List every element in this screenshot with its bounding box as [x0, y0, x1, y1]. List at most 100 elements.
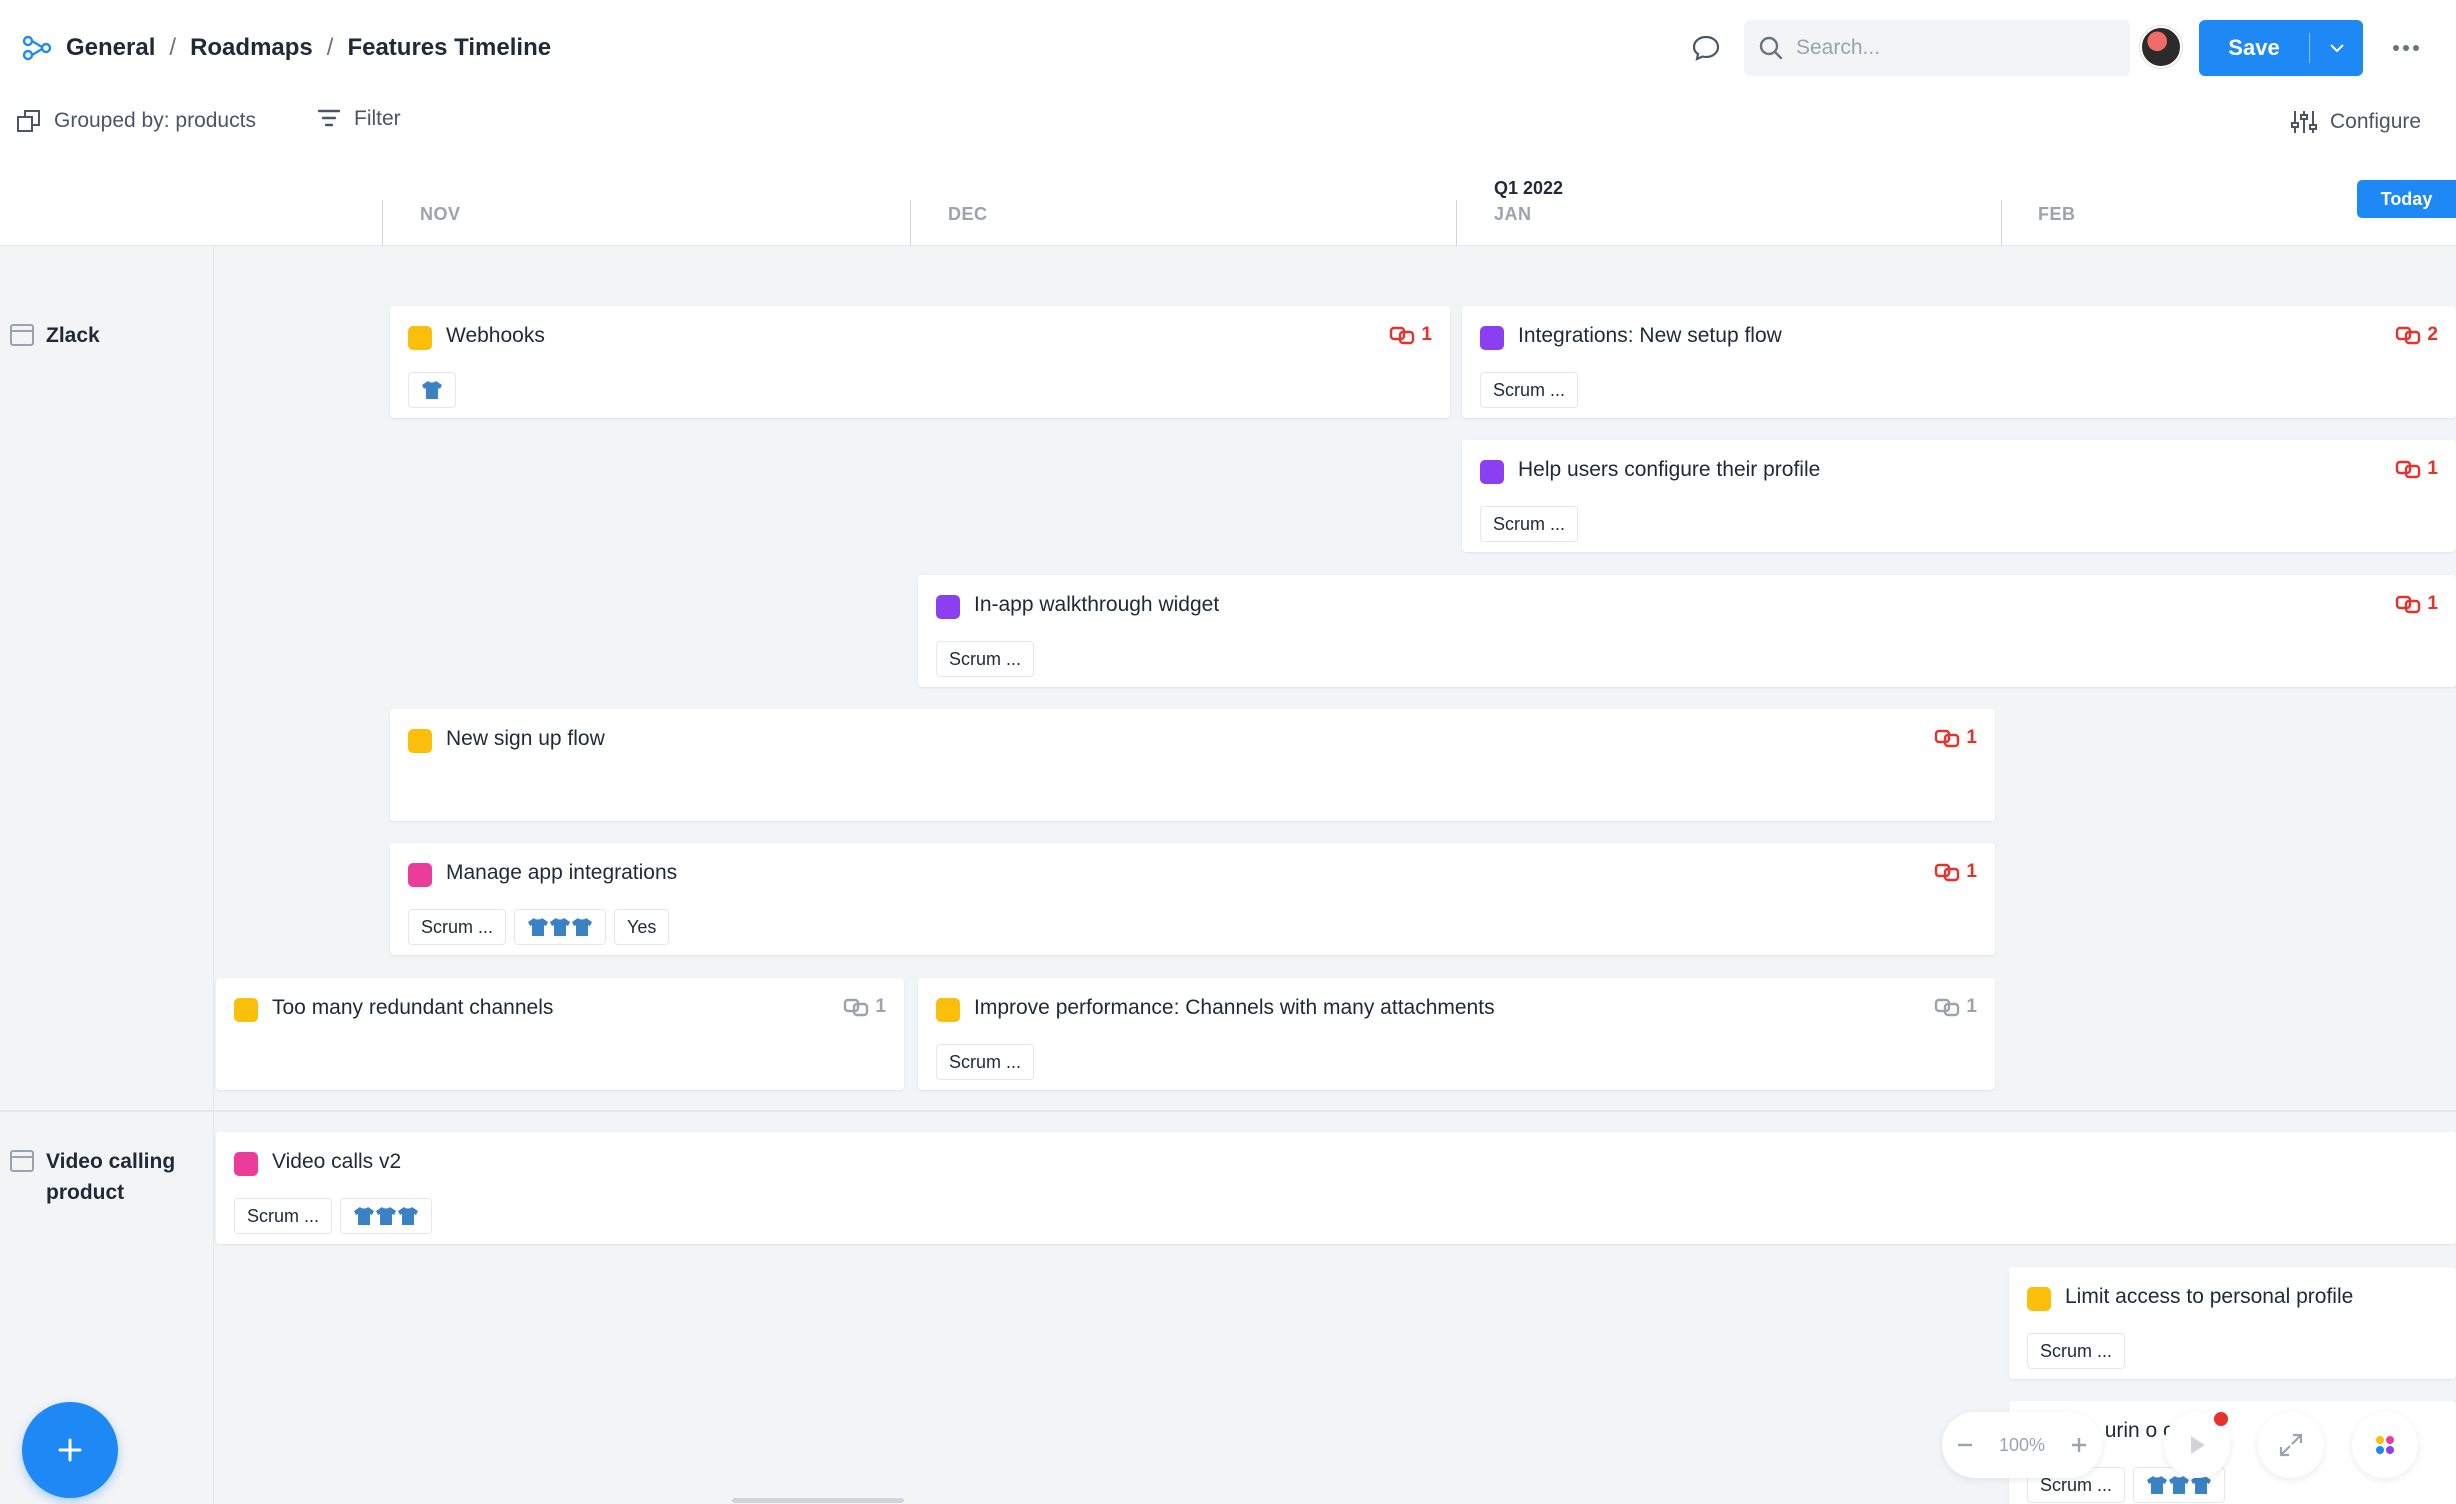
card-walkthrough[interactable]: In-app walkthrough widget 1 Scrum ...: [918, 575, 2456, 687]
zoom-in-icon[interactable]: [2068, 1434, 2090, 1456]
tag-sprint[interactable]: Scrum ...: [1480, 506, 1579, 542]
tag-sprint[interactable]: Scrum ...: [2027, 1333, 2126, 1369]
link-count-value: 1: [2427, 593, 2438, 614]
search-box[interactable]: [1744, 20, 2130, 76]
link-count[interactable]: 1: [2395, 458, 2438, 480]
card-tags: Scrum ...: [936, 641, 1035, 677]
filter-label: Filter: [354, 107, 401, 130]
link-count[interactable]: 1: [1934, 861, 1977, 883]
month-divider: [2001, 200, 2002, 246]
card-signup[interactable]: New sign up flow 1: [390, 709, 1995, 821]
apps-button[interactable]: [2352, 1412, 2418, 1478]
card-title: New sign up flow: [446, 727, 605, 750]
link-count-value: 1: [875, 996, 886, 1017]
status-swatch: [234, 1152, 258, 1176]
tag-flag[interactable]: Yes: [614, 909, 670, 945]
card-title: Video calls v2: [272, 1150, 402, 1173]
lane-zlack[interactable]: Zlack: [10, 320, 100, 351]
card-title: Manage app integrations: [446, 861, 678, 884]
avatar[interactable]: [2140, 26, 2182, 68]
card-tags: Scrum ...: [2027, 1333, 2126, 1369]
card-manage-apps[interactable]: Manage app integrations 1 Scrum ... Yes: [390, 843, 1995, 955]
fullscreen-button[interactable]: [2258, 1412, 2324, 1478]
link-icon: [2396, 460, 2421, 479]
expand-icon: [2279, 1433, 2303, 1457]
page-title: Features Timeline: [347, 34, 552, 61]
save-dropdown[interactable]: [2310, 42, 2363, 54]
zoom-out-icon[interactable]: [1954, 1434, 1976, 1456]
plus-icon: [58, 1438, 82, 1462]
quarter-label: Q1 2022: [1494, 178, 1564, 198]
link-count[interactable]: 1: [1389, 324, 1432, 346]
lane-name-line1: Video calling: [46, 1150, 176, 1173]
card-integrations[interactable]: Integrations: New setup flow 2 Scrum ...: [1462, 306, 2456, 418]
card-limit-access[interactable]: Limit access to personal profile Scrum .…: [2009, 1267, 2456, 1379]
card-title: Integrations: New setup flow: [1518, 324, 1782, 347]
status-swatch: [408, 326, 432, 350]
link-count[interactable]: 1: [1934, 727, 1977, 749]
zoom-level: 100%: [1998, 1434, 2046, 1455]
status-swatch: [408, 729, 432, 753]
more-options-icon[interactable]: [2388, 30, 2424, 66]
breadcrumb-separator: /: [169, 34, 177, 61]
shirt-icon: [528, 918, 593, 936]
card-video-calls[interactable]: Video calls v2 Scrum ...: [216, 1132, 2456, 1244]
breadcrumb-general[interactable]: General: [66, 34, 155, 62]
filter-icon: [317, 109, 341, 127]
link-icon: [1935, 998, 1960, 1017]
group-by-label: Grouped by: products: [54, 109, 256, 132]
link-count[interactable]: 1: [1934, 996, 1977, 1018]
tag-sprint[interactable]: Scrum ...: [936, 641, 1035, 677]
lane-name: Zlack: [46, 324, 100, 347]
card-title: Webhooks: [446, 324, 545, 347]
link-count-value: 1: [2427, 458, 2438, 479]
tag-sprint[interactable]: Scrum ...: [1480, 372, 1579, 408]
tag-sprint[interactable]: Scrum ...: [936, 1044, 1035, 1080]
status-swatch: [1480, 326, 1504, 350]
comment-icon[interactable]: [1690, 32, 1722, 64]
month-label: DEC: [948, 204, 988, 224]
status-swatch: [936, 595, 960, 619]
month-divider: [910, 200, 911, 246]
today-button[interactable]: Today: [2357, 180, 2456, 218]
configure-button[interactable]: Configure: [2290, 108, 2421, 136]
apps-icon: [2376, 1436, 2394, 1454]
card-tags: Scrum ...: [1480, 506, 1579, 542]
lane-separator: [0, 1110, 2456, 1112]
link-icon: [1935, 729, 1960, 748]
save-button[interactable]: Save: [2199, 20, 2363, 76]
tag-effort[interactable]: [340, 1198, 433, 1234]
window-icon: [10, 324, 34, 346]
card-tags: Scrum ... Yes: [408, 909, 670, 945]
filter-button[interactable]: Filter: [316, 106, 401, 132]
month-label: NOV: [420, 204, 461, 224]
add-item-button[interactable]: [22, 1402, 118, 1498]
tag-effort[interactable]: [408, 372, 456, 408]
save-label[interactable]: Save: [2199, 35, 2309, 61]
link-icon: [2396, 595, 2421, 614]
link-count[interactable]: 1: [2395, 593, 2438, 615]
breadcrumb-roadmaps[interactable]: Roadmaps: [190, 34, 313, 62]
horizontal-scrollbar[interactable]: [732, 1498, 904, 1503]
month-divider: [1456, 200, 1457, 246]
link-count[interactable]: 1: [843, 996, 886, 1018]
search-input[interactable]: [1796, 36, 2096, 60]
month-label: JAN: [1494, 204, 1532, 224]
card-help-users[interactable]: Help users configure their profile 1 Scr…: [1462, 440, 2456, 552]
chevron-down-icon: [2329, 44, 2344, 53]
roadmap-icon: [22, 35, 52, 61]
card-webhooks[interactable]: Webhooks 1: [390, 306, 1450, 418]
breadcrumb-separator: /: [326, 34, 334, 61]
lane-video-calling[interactable]: Video calling product: [10, 1146, 175, 1208]
card-performance[interactable]: Improve performance: Channels with many …: [918, 978, 1995, 1090]
group-by-button[interactable]: Grouped by: products: [16, 108, 256, 134]
card-redundant-channels[interactable]: Too many redundant channels 1: [216, 978, 904, 1090]
tag-effort[interactable]: [514, 909, 607, 945]
tag-sprint[interactable]: Scrum ...: [234, 1198, 333, 1234]
link-icon: [2396, 326, 2421, 345]
card-tags: [408, 372, 456, 408]
month-divider: [382, 200, 383, 246]
zoom-control: 100%: [1942, 1412, 2102, 1478]
tag-sprint[interactable]: Scrum ...: [408, 909, 507, 945]
link-count[interactable]: 2: [2395, 324, 2438, 346]
